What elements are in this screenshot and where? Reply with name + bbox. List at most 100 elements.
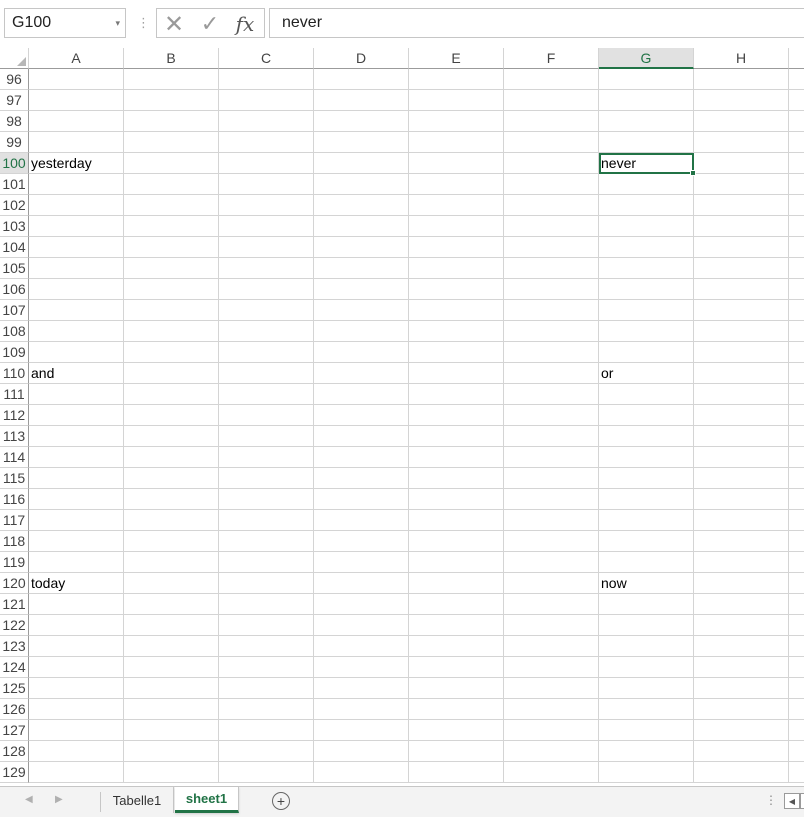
horizontal-scrollbar[interactable]	[800, 793, 804, 809]
cell-f102[interactable]	[504, 195, 599, 216]
cell-e125[interactable]	[409, 678, 504, 699]
cell-a106[interactable]	[29, 279, 124, 300]
column-header-e[interactable]: E	[409, 48, 504, 69]
row-header-126[interactable]: 126	[0, 699, 29, 720]
cell-f122[interactable]	[504, 615, 599, 636]
cell-c107[interactable]	[219, 300, 314, 321]
cell-b125[interactable]	[124, 678, 219, 699]
cell-c105[interactable]	[219, 258, 314, 279]
cell-b106[interactable]	[124, 279, 219, 300]
cell-f118[interactable]	[504, 531, 599, 552]
cell-d109[interactable]	[314, 342, 409, 363]
cell-g123[interactable]	[599, 636, 694, 657]
cell-i101[interactable]	[789, 174, 804, 195]
column-header-d[interactable]: D	[314, 48, 409, 69]
cell-c100[interactable]	[219, 153, 314, 174]
cell-h122[interactable]	[694, 615, 789, 636]
cell-i127[interactable]	[789, 720, 804, 741]
cell-h105[interactable]	[694, 258, 789, 279]
cell-c112[interactable]	[219, 405, 314, 426]
cell-i111[interactable]	[789, 384, 804, 405]
cell-h107[interactable]	[694, 300, 789, 321]
cell-a108[interactable]	[29, 321, 124, 342]
cell-h118[interactable]	[694, 531, 789, 552]
cell-i123[interactable]	[789, 636, 804, 657]
cell-i109[interactable]	[789, 342, 804, 363]
cell-a100[interactable]: yesterday	[29, 153, 124, 174]
cell-i115[interactable]	[789, 468, 804, 489]
cell-e118[interactable]	[409, 531, 504, 552]
cell-d119[interactable]	[314, 552, 409, 573]
cell-a126[interactable]	[29, 699, 124, 720]
cell-d117[interactable]	[314, 510, 409, 531]
cell-f99[interactable]	[504, 132, 599, 153]
cell-d107[interactable]	[314, 300, 409, 321]
cell-b109[interactable]	[124, 342, 219, 363]
cell-e104[interactable]	[409, 237, 504, 258]
cell-d112[interactable]	[314, 405, 409, 426]
cell-i102[interactable]	[789, 195, 804, 216]
cell-a102[interactable]	[29, 195, 124, 216]
cell-c117[interactable]	[219, 510, 314, 531]
cell-h97[interactable]	[694, 90, 789, 111]
cell-a122[interactable]	[29, 615, 124, 636]
cell-d96[interactable]	[314, 69, 409, 90]
row-header-120[interactable]: 120	[0, 573, 29, 594]
cell-b122[interactable]	[124, 615, 219, 636]
row-header-107[interactable]: 107	[0, 300, 29, 321]
sheet-tab-sheet1[interactable]: sheet1	[175, 787, 239, 813]
cell-b126[interactable]	[124, 699, 219, 720]
cell-b123[interactable]	[124, 636, 219, 657]
cell-g106[interactable]	[599, 279, 694, 300]
cell-e103[interactable]	[409, 216, 504, 237]
row-header-99[interactable]: 99	[0, 132, 29, 153]
cell-h125[interactable]	[694, 678, 789, 699]
cell-b117[interactable]	[124, 510, 219, 531]
cell-d115[interactable]	[314, 468, 409, 489]
cell-h99[interactable]	[694, 132, 789, 153]
cell-a98[interactable]	[29, 111, 124, 132]
cell-a116[interactable]	[29, 489, 124, 510]
cell-c98[interactable]	[219, 111, 314, 132]
cell-f112[interactable]	[504, 405, 599, 426]
column-header-h[interactable]: H	[694, 48, 789, 69]
cell-b108[interactable]	[124, 321, 219, 342]
cell-g124[interactable]	[599, 657, 694, 678]
cell-f125[interactable]	[504, 678, 599, 699]
cell-b119[interactable]	[124, 552, 219, 573]
cell-e105[interactable]	[409, 258, 504, 279]
row-header-103[interactable]: 103	[0, 216, 29, 237]
cell-g109[interactable]	[599, 342, 694, 363]
cell-c116[interactable]	[219, 489, 314, 510]
cell-i103[interactable]	[789, 216, 804, 237]
cell-d129[interactable]	[314, 762, 409, 783]
cell-b112[interactable]	[124, 405, 219, 426]
cell-d105[interactable]	[314, 258, 409, 279]
row-header-115[interactable]: 115	[0, 468, 29, 489]
select-all-button[interactable]	[0, 48, 29, 69]
cell-g115[interactable]	[599, 468, 694, 489]
cell-e100[interactable]	[409, 153, 504, 174]
cell-c126[interactable]	[219, 699, 314, 720]
cell-e112[interactable]	[409, 405, 504, 426]
cell-e121[interactable]	[409, 594, 504, 615]
cell-b98[interactable]	[124, 111, 219, 132]
cell-a127[interactable]	[29, 720, 124, 741]
cell-d100[interactable]	[314, 153, 409, 174]
cell-c128[interactable]	[219, 741, 314, 762]
row-header-100[interactable]: 100	[0, 153, 29, 174]
cell-d124[interactable]	[314, 657, 409, 678]
cell-d104[interactable]	[314, 237, 409, 258]
cell-a101[interactable]	[29, 174, 124, 195]
row-header-108[interactable]: 108	[0, 321, 29, 342]
cell-g120[interactable]: now	[599, 573, 694, 594]
cell-f114[interactable]	[504, 447, 599, 468]
row-header-109[interactable]: 109	[0, 342, 29, 363]
name-box[interactable]: G100 ▾	[4, 8, 126, 38]
cell-b116[interactable]	[124, 489, 219, 510]
cell-f111[interactable]	[504, 384, 599, 405]
cell-e106[interactable]	[409, 279, 504, 300]
cell-b99[interactable]	[124, 132, 219, 153]
cell-b118[interactable]	[124, 531, 219, 552]
cell-h121[interactable]	[694, 594, 789, 615]
